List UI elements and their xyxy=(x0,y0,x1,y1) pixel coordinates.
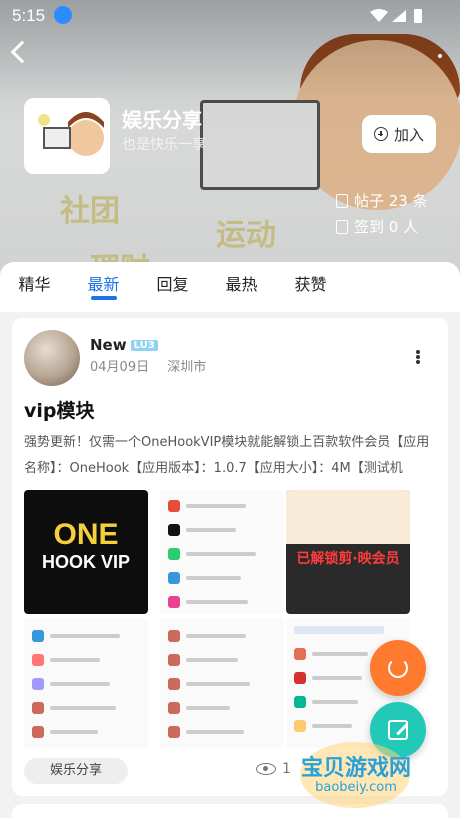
tab-featured[interactable]: 精华 xyxy=(0,262,69,312)
text-line xyxy=(186,706,230,710)
post-body[interactable]: 强势更新！仅需一个OneHookVIP模块就能解锁上百款软件会员【应用名称】：O… xyxy=(24,430,438,482)
post-more-icon[interactable] xyxy=(416,350,420,364)
app-icon xyxy=(168,678,180,690)
text-line xyxy=(312,724,352,728)
signal-battery-icon xyxy=(370,9,422,23)
app-icon xyxy=(168,702,180,714)
app-icon xyxy=(168,654,180,666)
app-icon xyxy=(168,726,180,738)
app-icon xyxy=(168,524,180,536)
post-image[interactable]: ONE HOOK VIP xyxy=(24,490,148,614)
avatar[interactable] xyxy=(24,330,80,386)
toggle-bar xyxy=(294,626,384,634)
app-icon xyxy=(32,678,44,690)
calendar-icon xyxy=(336,219,348,234)
app-icon xyxy=(168,572,180,584)
app-icon xyxy=(294,720,306,732)
tab-hottest[interactable]: 最热 xyxy=(207,262,276,312)
text-line xyxy=(312,676,362,680)
app-icon xyxy=(168,630,180,642)
image-caption: 已解锁剪·映会员 xyxy=(296,551,400,567)
post-meta: 04月09日 深圳市 xyxy=(90,356,206,375)
checkin-count-label: 签到 0 人 xyxy=(354,218,419,236)
text-line xyxy=(186,552,256,556)
group-banner: 社团 理财 运动 5:15 娱乐分享 也是快乐一享 加入 帖子 23 xyxy=(0,0,460,290)
site-watermark: 宝贝游戏网 baobeiy.com xyxy=(286,742,426,812)
app-icon xyxy=(32,654,44,666)
author-row: New LU3 xyxy=(90,336,158,354)
app-icon xyxy=(294,696,306,708)
checkin-count: 签到 0 人 xyxy=(336,216,418,237)
document-icon xyxy=(336,193,348,208)
topic-tag[interactable]: 娱乐分享 xyxy=(24,758,128,784)
app-icon xyxy=(168,596,180,608)
join-label: 加入 xyxy=(393,125,424,144)
image-header xyxy=(286,490,410,544)
app-icon xyxy=(168,500,180,512)
join-button[interactable]: 加入 xyxy=(362,115,436,153)
posts-count: 帖子 23 条 xyxy=(336,190,428,211)
watermark-title: 宝贝游戏网 xyxy=(300,756,411,781)
post-image[interactable] xyxy=(24,618,148,748)
post-date: 04月09日 xyxy=(90,360,150,375)
refresh-button[interactable] xyxy=(370,640,426,696)
text-line xyxy=(312,700,358,704)
app-icon xyxy=(32,630,44,642)
post-title[interactable]: vip模块 xyxy=(24,396,95,423)
refresh-icon xyxy=(388,658,408,678)
level-badge: LU3 xyxy=(130,339,158,351)
group-avatar-illustration xyxy=(24,98,110,174)
text-line xyxy=(50,730,98,734)
image-text-line1: ONE xyxy=(53,518,119,551)
author-name[interactable]: New xyxy=(90,336,127,354)
app-icon xyxy=(294,672,306,684)
text-line xyxy=(50,682,110,686)
text-line xyxy=(186,504,246,508)
text-line xyxy=(186,576,241,580)
status-bar: 5:15 xyxy=(0,0,460,30)
image-text-line2: HOOK VIP xyxy=(41,552,130,572)
app-icon xyxy=(294,648,306,660)
text-line xyxy=(186,528,236,532)
posts-count-label: 帖子 23 条 xyxy=(354,192,428,210)
tab-bar: 精华 最新 回复 最热 获赞 xyxy=(0,262,460,312)
post-location: 深圳市 xyxy=(167,360,207,375)
group-subtitle: 也是快乐一享 xyxy=(122,137,206,153)
more-options-icon[interactable] xyxy=(438,54,442,58)
tab-replies[interactable]: 回复 xyxy=(138,262,207,312)
download-icon xyxy=(54,6,72,24)
text-line xyxy=(186,730,244,734)
app-icon xyxy=(168,548,180,560)
post-image[interactable] xyxy=(160,490,284,614)
add-circle-icon xyxy=(373,127,388,141)
app-icon xyxy=(32,702,44,714)
app-icon xyxy=(32,726,44,738)
system-icons xyxy=(370,8,424,28)
post-image[interactable]: 已解锁剪·映会员 xyxy=(286,490,410,614)
text-line xyxy=(186,658,238,662)
tab-most-liked[interactable]: 获赞 xyxy=(276,262,345,312)
text-line xyxy=(186,600,248,604)
group-avatar xyxy=(24,98,110,174)
tab-latest[interactable]: 最新 xyxy=(69,262,138,312)
text-line xyxy=(50,634,120,638)
text-line xyxy=(186,634,246,638)
eye-icon xyxy=(256,763,276,775)
post-image[interactable] xyxy=(160,618,284,748)
text-line xyxy=(50,706,116,710)
watermark-domain: baobeiy.com xyxy=(315,780,397,795)
text-line xyxy=(312,652,368,656)
status-time: 5:15 xyxy=(12,6,46,25)
text-line xyxy=(50,658,100,662)
group-name: 娱乐分享 xyxy=(122,108,202,132)
text-line xyxy=(186,682,250,686)
edit-icon xyxy=(388,720,408,740)
